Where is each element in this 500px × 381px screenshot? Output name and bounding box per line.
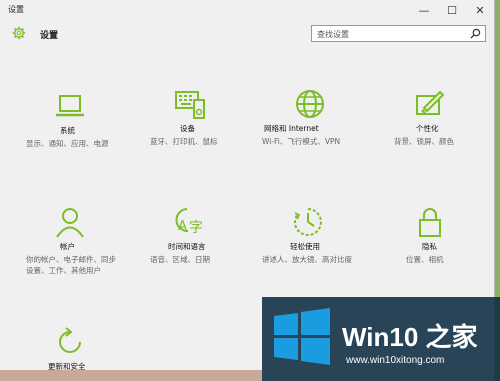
devices-icon	[175, 91, 205, 119]
search-input[interactable]: 查找设置	[311, 25, 486, 42]
page-title: 设置	[40, 31, 59, 41]
tile-devices[interactable]: 设备 蓝牙、打印机、鼠标	[150, 88, 260, 147]
tile-ease-of-access[interactable]: 轻松使用 讲述人、放大镜、高对比度	[262, 206, 372, 265]
tile-description: Wi-Fi、飞行模式、VPN	[262, 137, 341, 146]
title-bar: 设置 — ☐ ✕	[0, 0, 494, 20]
paint-icon	[416, 90, 445, 115]
svg-text:A: A	[178, 219, 187, 234]
windows-logo-icon	[274, 308, 330, 365]
tile-description: 语音、区域、日期	[150, 255, 210, 264]
tile-label: 个性化	[416, 124, 439, 133]
search-icon[interactable]	[470, 28, 481, 39]
tile-label: 网络和 Internet	[264, 124, 319, 133]
tile-description: 位置、相机	[406, 255, 444, 264]
tile-description: 你的帐户、电子邮件、同步设置、工作、其他用户	[26, 255, 116, 275]
tile-label: 时间和语言	[168, 242, 206, 251]
tile-label: 轻松使用	[290, 242, 320, 251]
tile-network[interactable]: 网络和 Internet Wi-Fi、飞行模式、VPN	[262, 88, 372, 147]
tile-label: 设备	[180, 124, 195, 133]
lock-icon	[419, 208, 441, 237]
tile-label: 系统	[60, 126, 75, 135]
watermark-url: www.win10xitong.com	[346, 355, 445, 366]
close-button[interactable]: ✕	[466, 0, 494, 20]
tile-description: 背景、锁屏、颜色	[394, 137, 454, 146]
tile-description: 讲述人、放大镜、高对比度	[262, 255, 352, 264]
maximize-button[interactable]: ☐	[438, 0, 466, 20]
time-language-icon: A 字	[175, 208, 203, 236]
tile-personalization[interactable]: 个性化 背景、锁屏、颜色	[392, 88, 500, 147]
tile-system[interactable]: 系统 显示、通知、应用、电源	[26, 90, 136, 149]
refresh-icon	[59, 327, 81, 353]
svg-text:字: 字	[189, 220, 203, 236]
person-icon	[56, 208, 84, 238]
globe-icon	[296, 90, 324, 118]
tile-label: 帐户	[60, 242, 75, 251]
tile-update-security[interactable]: 更新和安全	[48, 326, 158, 372]
watermark-logo: Win10 之家 www.win10xitong.com	[262, 297, 500, 381]
tile-privacy[interactable]: 隐私 位置、相机	[392, 206, 500, 265]
search-placeholder: 查找设置	[317, 30, 349, 39]
ease-of-access-icon	[294, 208, 322, 236]
gear-icon	[12, 26, 26, 40]
minimize-button[interactable]: —	[410, 0, 438, 20]
tile-description: 显示、通知、应用、电源	[26, 139, 109, 148]
laptop-icon	[56, 95, 84, 117]
tile-label: 隐私	[422, 242, 437, 251]
tile-accounts[interactable]: 帐户 你的帐户、电子邮件、同步设置、工作、其他用户	[26, 206, 136, 276]
tile-time-language[interactable]: A 字 时间和语言 语音、区域、日期	[150, 206, 260, 265]
tile-description: 蓝牙、打印机、鼠标	[150, 137, 218, 146]
taskbar-strip	[0, 370, 262, 381]
window-title: 设置	[8, 5, 24, 14]
watermark-brand: Win10 之家	[342, 322, 478, 352]
